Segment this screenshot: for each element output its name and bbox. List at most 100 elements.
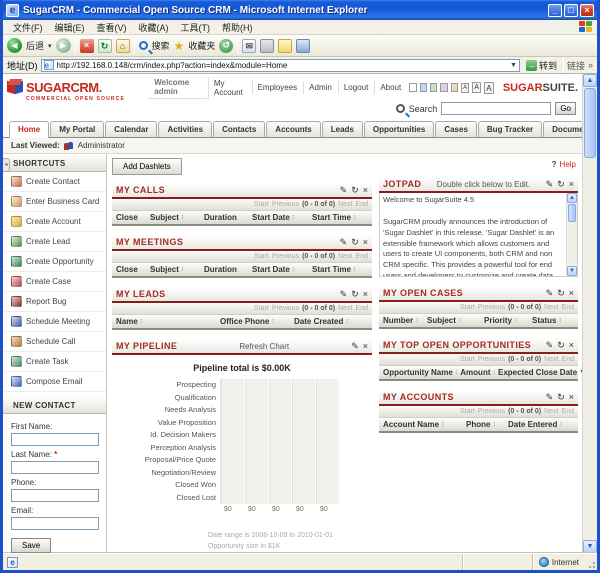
font-size-medium[interactable]: A <box>472 82 481 93</box>
save-button[interactable]: Save <box>11 538 51 553</box>
edit-dashlet-icon[interactable]: ✎ <box>351 341 359 351</box>
links-more-icon[interactable]: » <box>588 60 593 70</box>
column-amount[interactable]: Amount↕ <box>460 368 496 377</box>
history-button[interactable]: ↺ <box>219 39 233 53</box>
tab-accounts[interactable]: Accounts <box>266 121 320 137</box>
sidebar-item-enter-business-card[interactable]: Enter Business Card <box>3 192 106 212</box>
font-size-large[interactable]: A <box>484 82 494 94</box>
sort-icon[interactable]: ↕ <box>514 317 518 324</box>
sidebar-item-schedule-call[interactable]: Schedule Call <box>3 332 106 352</box>
column-phone[interactable]: Phone↕ <box>466 420 506 429</box>
pager-next[interactable]: Next <box>338 253 352 260</box>
home-button[interactable]: ⌂ <box>116 39 130 53</box>
column-name[interactable]: Name↕ <box>116 317 218 326</box>
menu-edit[interactable]: 编辑(E) <box>49 21 91 34</box>
scroll-track[interactable] <box>583 159 597 540</box>
column-subject[interactable]: Subject↕ <box>150 265 202 274</box>
nav-my-account[interactable]: My Account <box>208 77 251 99</box>
address-dropdown-icon[interactable]: ▼ <box>510 62 517 69</box>
search-toolbar-button[interactable]: 搜索 <box>139 39 170 52</box>
minimize-button[interactable]: _ <box>548 4 562 17</box>
pager-next[interactable]: Next <box>338 201 352 208</box>
tab-cases[interactable]: Cases <box>435 121 477 137</box>
column-start-time[interactable]: Start Time↕ <box>312 213 368 222</box>
theme-swatch-orange[interactable] <box>451 83 458 92</box>
edit-button[interactable] <box>278 39 292 53</box>
menu-view[interactable]: 查看(V) <box>91 21 133 34</box>
column-date-entered[interactable]: Date Entered↕ <box>508 420 574 429</box>
menu-file[interactable]: 文件(F) <box>7 21 49 34</box>
scroll-up-icon[interactable]: ▲ <box>583 74 597 87</box>
pager-previous[interactable]: Previous <box>272 201 299 208</box>
menu-help[interactable]: 帮助(H) <box>216 21 259 34</box>
refresh-dashlet-icon[interactable]: ↻ <box>351 185 359 195</box>
column-date-created[interactable]: Date Created↕ <box>294 317 368 326</box>
scroll-up-icon[interactable]: ▲ <box>567 193 577 203</box>
refresh-dashlet-icon[interactable]: ↻ <box>557 340 565 350</box>
pager-start[interactable]: Start <box>254 253 269 260</box>
nav-employees[interactable]: Employees <box>252 81 303 94</box>
nav-admin[interactable]: Admin <box>303 81 337 94</box>
go-button[interactable]: → 转到 <box>523 59 560 72</box>
sidebar-item-create-contact[interactable]: Create Contact <box>3 172 106 192</box>
column-opportunity-name[interactable]: Opportunity Name↕ <box>383 368 458 377</box>
sidebar-item-create-account[interactable]: Create Account <box>3 212 106 232</box>
sort-icon[interactable]: ↕ <box>558 317 562 324</box>
pager-start[interactable]: Start <box>254 305 269 312</box>
column-close[interactable]: Close <box>116 213 148 222</box>
column-start-time[interactable]: Start Time↕ <box>312 265 368 274</box>
close-button[interactable]: × <box>580 4 594 17</box>
tab-my-portal[interactable]: My Portal <box>50 121 104 137</box>
theme-swatch-white[interactable] <box>409 83 416 92</box>
refresh-dashlet-icon[interactable]: ↻ <box>557 179 565 189</box>
pager-next[interactable]: Next <box>338 305 352 312</box>
column-account-name[interactable]: Account Name↕ <box>383 420 464 429</box>
sort-icon[interactable]: ↕ <box>292 266 296 273</box>
pager-next[interactable]: Next <box>544 408 558 415</box>
column-start-date[interactable]: Start Date↕ <box>252 213 310 222</box>
column-subject[interactable]: Subject↕ <box>427 316 482 325</box>
email-field[interactable] <box>11 517 99 530</box>
messenger-button[interactable] <box>296 39 310 53</box>
pager-start[interactable]: Start <box>460 356 475 363</box>
pager-end[interactable]: End <box>562 304 574 311</box>
phone-field[interactable] <box>11 489 99 502</box>
sort-icon[interactable]: ↕ <box>353 214 357 221</box>
edit-dashlet-icon[interactable]: ✎ <box>340 237 348 247</box>
refresh-button[interactable]: ↻ <box>98 39 112 53</box>
column-duration[interactable]: Duration <box>204 265 250 274</box>
forward-button[interactable]: ▶ <box>56 38 71 53</box>
sidebar-item-create-task[interactable]: Create Task <box>3 352 106 372</box>
tab-contacts[interactable]: Contacts <box>213 121 265 137</box>
favorites-button[interactable]: ★ 收藏夹 <box>174 39 216 52</box>
scroll-thumb[interactable] <box>568 204 576 222</box>
pager-end[interactable]: End <box>356 201 368 208</box>
pager-end[interactable]: End <box>562 408 574 415</box>
menu-tools[interactable]: 工具(T) <box>175 21 217 34</box>
close-dashlet-icon[interactable]: × <box>363 341 368 351</box>
sort-icon[interactable]: ↕ <box>492 421 496 428</box>
edit-dashlet-icon[interactable]: ✎ <box>340 185 348 195</box>
refresh-chart-link[interactable]: Refresh Chart <box>177 342 351 351</box>
column-expected-close-date[interactable]: Expected Close Date▼ <box>498 368 582 377</box>
tab-leads[interactable]: Leads <box>322 121 363 137</box>
add-dashlets-button[interactable]: Add Dashlets <box>112 158 182 175</box>
pager-start[interactable]: Start <box>254 201 269 208</box>
sort-icon[interactable]: ↕ <box>181 214 185 221</box>
stop-button[interactable]: × <box>80 39 94 53</box>
pager-previous[interactable]: Previous <box>272 305 299 312</box>
pager-end[interactable]: End <box>356 253 368 260</box>
pager-end[interactable]: End <box>562 356 574 363</box>
refresh-dashlet-icon[interactable]: ↻ <box>557 392 565 402</box>
last-viewed-administrator[interactable]: Administrator <box>78 141 125 150</box>
refresh-dashlet-icon[interactable]: ↻ <box>351 237 359 247</box>
sort-icon[interactable]: ↕ <box>415 317 419 324</box>
address-input[interactable]: e http://192.168.0.148/crm/index.php?act… <box>41 59 520 72</box>
refresh-dashlet-icon[interactable]: ↻ <box>557 288 565 298</box>
sidebar-item-report-bug[interactable]: Report Bug <box>3 292 106 312</box>
last-name-field[interactable] <box>11 461 99 474</box>
first-name-field[interactable] <box>11 433 99 446</box>
close-dashlet-icon[interactable]: × <box>363 289 368 299</box>
sort-icon[interactable]: ↕ <box>181 266 185 273</box>
back-button[interactable]: ◀ 后退 ▾ <box>7 38 52 53</box>
